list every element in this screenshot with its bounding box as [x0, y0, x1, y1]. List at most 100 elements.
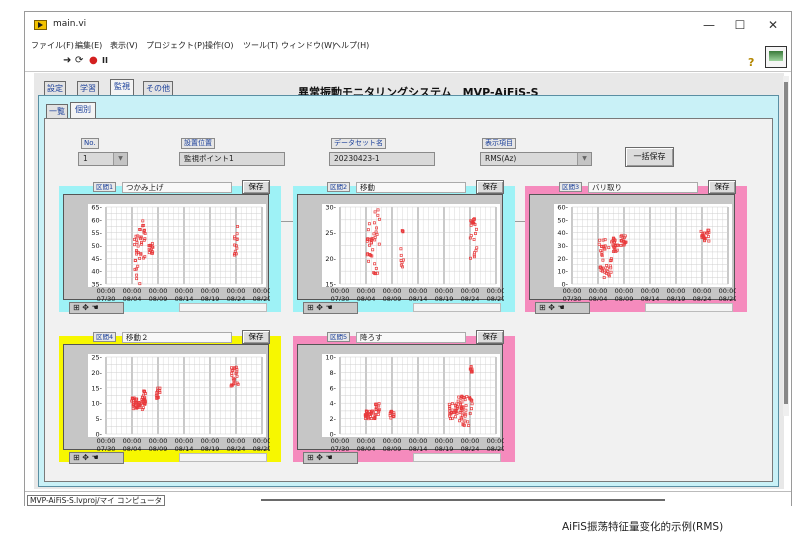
- front-panel: 設定 学習 監視 その他 異常振動モニタリングシステム MVP-AiFiS-S …: [34, 73, 784, 489]
- menu-edit[interactable]: 編集(E): [75, 40, 102, 51]
- tab-overview[interactable]: 一覧: [46, 104, 68, 118]
- menu-project[interactable]: プロジェクト(P): [146, 40, 205, 51]
- menu-window[interactable]: ウィンドウ(W): [281, 40, 335, 51]
- y-tick-label: 40-: [557, 229, 568, 237]
- y-tick-label: 4-: [330, 400, 337, 408]
- chart-panel: 区間4 移動２ 保存 0- 5- 10- 15- 20- 25- 00:00 07/30 00:00 0…: [59, 330, 281, 468]
- save-all-button[interactable]: 一括保存: [625, 147, 674, 167]
- chevron-down-icon[interactable]: ▼: [577, 153, 591, 165]
- dataset-label: データセット名: [331, 138, 386, 149]
- status-bar: MVP-AiFiS-S.lvproj/マイ コンピュータ: [25, 491, 791, 507]
- save-button[interactable]: 保存: [242, 180, 270, 194]
- section-label: 区間1: [93, 182, 117, 192]
- section-label: 区間2: [327, 182, 351, 192]
- x-tick-label: 00:00 08/14: [409, 437, 428, 451]
- y-tick-label: 20-: [557, 255, 568, 263]
- tab-learning[interactable]: 学習: [77, 81, 99, 95]
- menu-tools[interactable]: ツール(T): [243, 40, 278, 51]
- x-scrollbar[interactable]: [179, 453, 267, 462]
- help-icon[interactable]: ?: [748, 56, 754, 69]
- y-tick-label: 25-: [91, 354, 102, 362]
- menu-bar: ファイル(F) 編集(E) 表示(V) プロジェクト(P) 操作(O) ツール(…: [25, 38, 791, 52]
- toolbar-divider: [25, 71, 791, 72]
- x-tick-label: 00:00 08/24: [227, 437, 246, 451]
- scatter-plot[interactable]: 15-20-25-30-00:00 07/3000:00 08/0400:00 08/…: [298, 195, 504, 301]
- horizontal-scrollbar[interactable]: [261, 499, 665, 501]
- graph-palette-tools[interactable]: ⊞ ✥ ☚: [303, 302, 358, 314]
- scatter-plot[interactable]: 0-2-4-6-8-10-00:00 07/3000:00 08/0400:00 08…: [298, 345, 504, 451]
- scatter-plot[interactable]: 0-5-10-15-20-25-00:00 07/3000:00 08/0400:0…: [64, 345, 270, 451]
- section-name-field: 移動: [356, 182, 466, 193]
- scatter-plot[interactable]: 35-40-45-50-55-60-65-00:00 07/3000:00 08/0…: [64, 195, 270, 301]
- graph-palette-tools[interactable]: ⊞ ✥ ☚: [303, 452, 358, 464]
- minimize-button[interactable]: —: [697, 16, 721, 34]
- x-scrollbar[interactable]: [179, 303, 267, 312]
- y-tick-label: 55-: [91, 229, 102, 237]
- no-selector[interactable]: 1 ▼: [78, 152, 128, 166]
- dataset-field: 20230423-1: [329, 152, 435, 166]
- x-tick-label: 00:00 08/24: [227, 287, 246, 301]
- vertical-scrollbar[interactable]: [783, 76, 789, 416]
- x-tick-label: 00:00 08/29: [487, 437, 504, 451]
- abort-icon[interactable]: ●: [89, 55, 98, 67]
- y-tick-label: 50-: [91, 242, 102, 250]
- save-button[interactable]: 保存: [242, 330, 270, 344]
- x-tick-label: 00:00 08/19: [435, 287, 454, 301]
- x-scrollbar[interactable]: [645, 303, 733, 312]
- menu-help[interactable]: ヘルプ(H): [333, 40, 369, 51]
- section-label: 区間3: [559, 182, 583, 192]
- x-tick-label: 00:00 08/14: [175, 287, 194, 301]
- y-tick-label: 15-: [91, 384, 102, 392]
- save-button[interactable]: 保存: [476, 330, 504, 344]
- x-tick-label: 00:00 08/09: [149, 287, 168, 301]
- x-tick-label: 00:00 08/04: [357, 437, 376, 451]
- y-tick-label: 20-: [91, 369, 102, 377]
- x-tick-label: 00:00 08/04: [123, 287, 142, 301]
- plot-frame: 0- 2- 4- 6- 8- 10- 00:00 07/30 00:00 08/04 00:00 08…: [297, 344, 504, 451]
- y-tick-label: 10-: [557, 268, 568, 276]
- tab-individual[interactable]: 個別: [70, 102, 96, 118]
- run-arrow-icon[interactable]: ➜: [63, 55, 71, 67]
- close-button[interactable]: ✕: [761, 16, 785, 34]
- y-tick-label: 65-: [91, 204, 102, 212]
- graph-palette-tools[interactable]: ⊞ ✥ ☚: [69, 302, 124, 314]
- x-tick-label: 00:00 07/30: [563, 287, 582, 301]
- labview-app-icon: [34, 20, 47, 30]
- maximize-button[interactable]: ☐: [728, 16, 752, 34]
- y-tick-label: 2-: [330, 415, 337, 423]
- x-tick-label: 00:00 07/30: [331, 287, 350, 301]
- x-scrollbar[interactable]: [413, 303, 501, 312]
- x-tick-label: 00:00 07/30: [97, 437, 116, 451]
- scatter-plot[interactable]: 0-10-20-30-40-50-60-00:00 07/3000:00 08/04…: [530, 195, 736, 301]
- graph-palette-tools[interactable]: ⊞ ✥ ☚: [535, 302, 590, 314]
- menu-operate[interactable]: 操作(O): [205, 40, 234, 51]
- run-continuously-icon[interactable]: ⟳: [75, 55, 83, 67]
- section-name-field: 降ろす: [356, 332, 466, 343]
- graph-palette-tools[interactable]: ⊞ ✥ ☚: [69, 452, 124, 464]
- vi-connector-icon: [765, 46, 787, 68]
- save-button[interactable]: 保存: [708, 180, 736, 194]
- chart-panel: 区間2 移動 保存 15- 20- 25- 30- 00:00 07/30 00:00 08/04 0…: [293, 180, 515, 318]
- chevron-down-icon[interactable]: ▼: [113, 153, 127, 165]
- save-button[interactable]: 保存: [476, 180, 504, 194]
- pause-icon[interactable]: II: [102, 55, 108, 67]
- no-label: No.: [81, 138, 99, 149]
- x-scrollbar[interactable]: [413, 453, 501, 462]
- y-tick-label: 50-: [557, 216, 568, 224]
- x-tick-label: 00:00 08/19: [201, 437, 220, 451]
- tab-other[interactable]: その他: [143, 81, 173, 95]
- tab-settings[interactable]: 設定: [44, 81, 66, 95]
- x-tick-label: 00:00 07/30: [97, 287, 116, 301]
- y-tick-label: 60-: [91, 216, 102, 224]
- tab-monitoring[interactable]: 監視: [110, 79, 134, 95]
- menu-view[interactable]: 表示(V): [110, 40, 138, 51]
- project-path: MVP-AiFiS-S.lvproj/マイ コンピュータ: [27, 495, 165, 506]
- x-tick-label: 00:00 08/24: [693, 287, 712, 301]
- display-item-value: RMS(Az): [485, 154, 517, 163]
- y-tick-label: 5-: [96, 415, 103, 423]
- toolbar: ➜ ⟳ ● II: [25, 52, 791, 70]
- display-item-selector[interactable]: RMS(Az) ▼: [480, 152, 592, 166]
- menu-file[interactable]: ファイル(F): [31, 40, 74, 51]
- y-tick-label: 10-: [325, 354, 336, 362]
- x-tick-label: 00:00 08/19: [667, 287, 686, 301]
